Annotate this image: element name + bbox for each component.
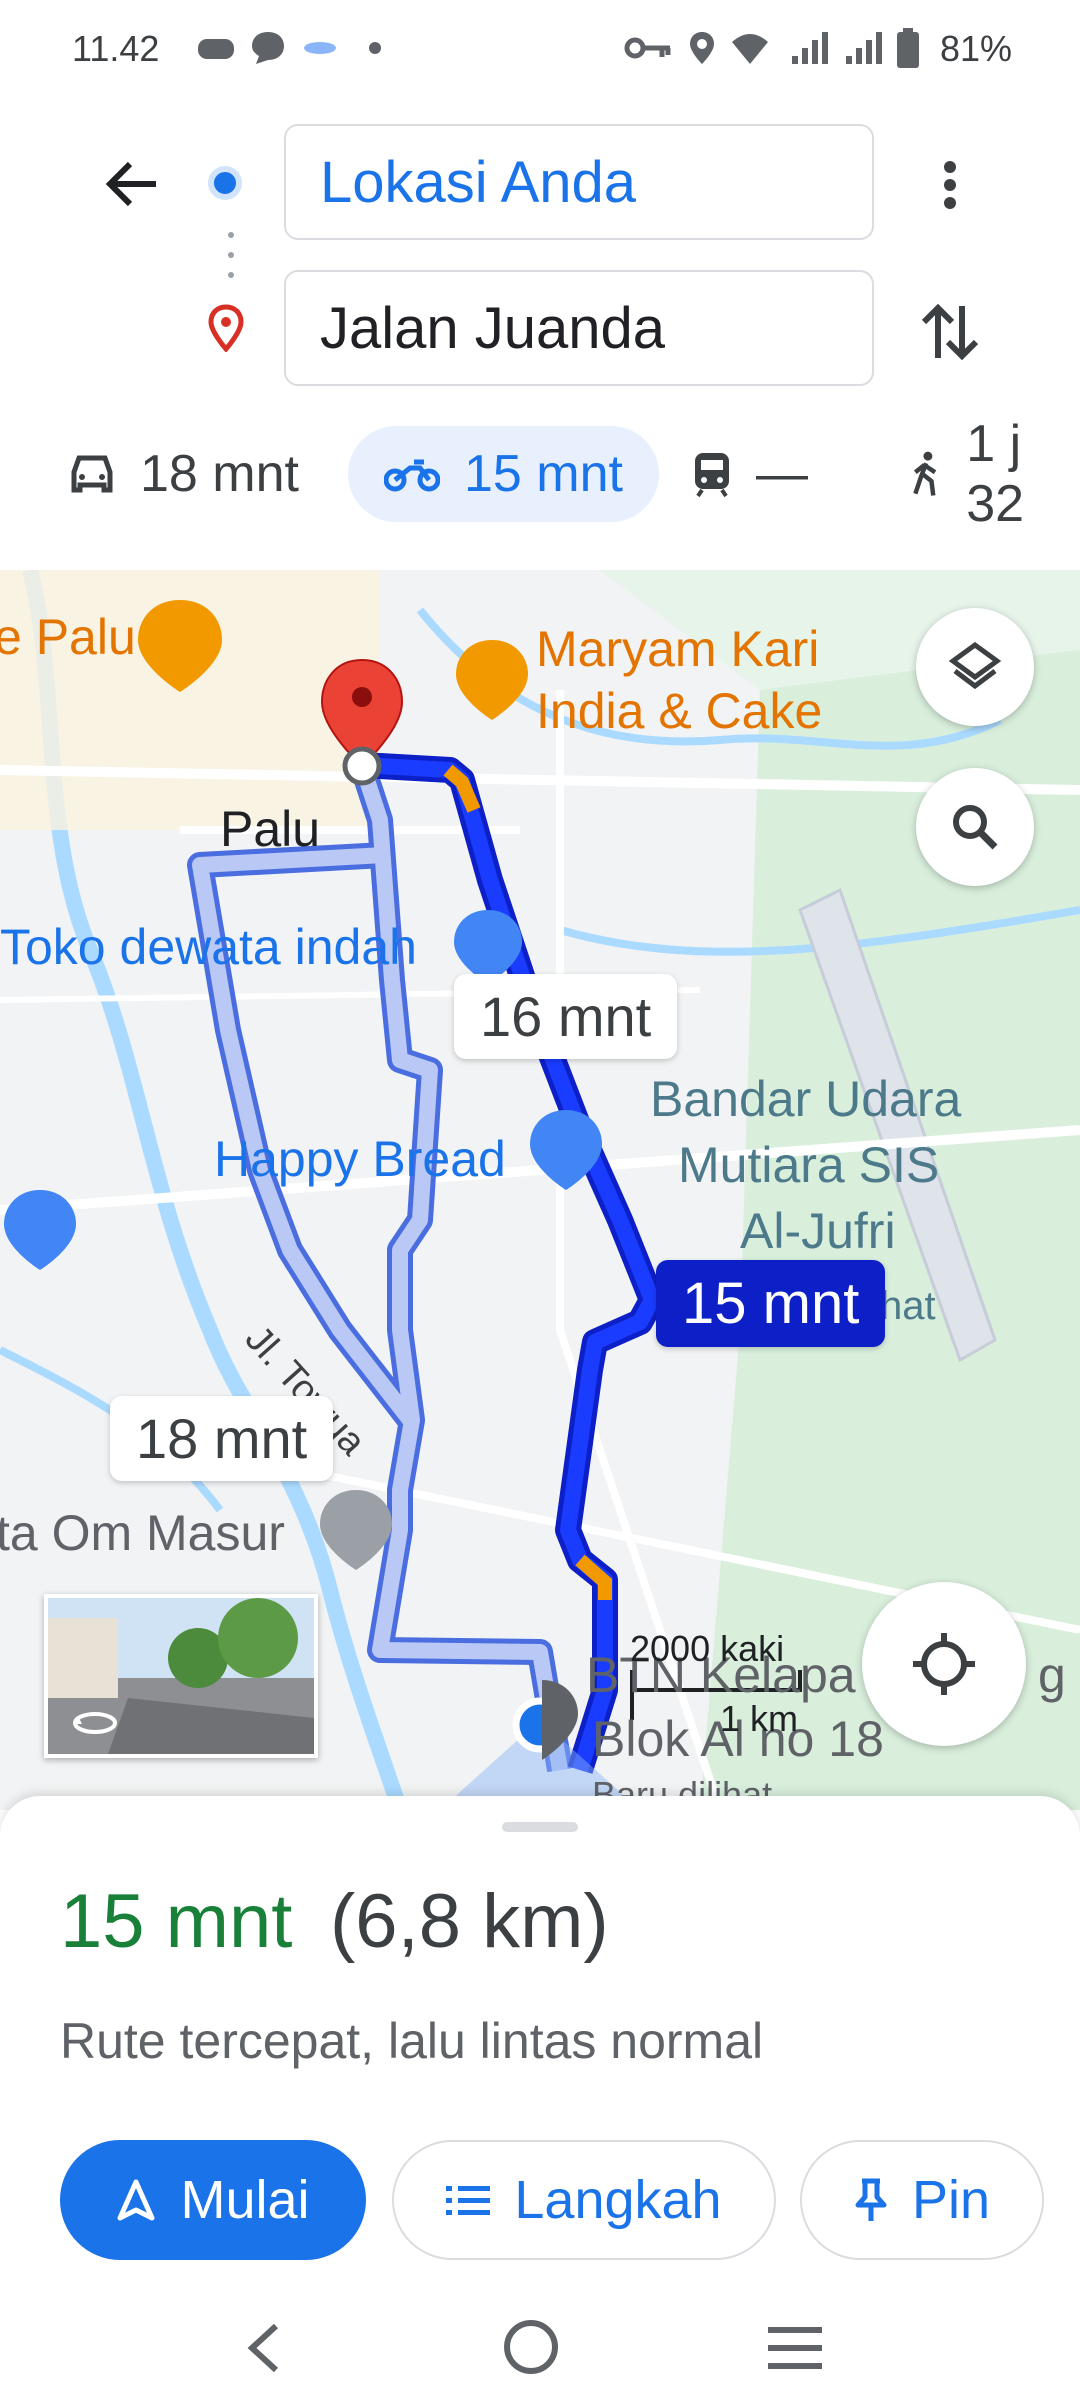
mode-motorcycle[interactable]: 15 mnt [348,426,659,522]
mode-car-label: 18 mnt [140,445,299,503]
route-distance: (6,8 km) [330,1879,609,1964]
pin-button-label: Pin [911,2170,991,2230]
poi-label: g [1038,1647,1066,1703]
route-time-alt-1[interactable]: 16 mnt [454,974,678,1059]
nav-recents-icon[interactable] [766,2326,824,2370]
pin-button[interactable]: Pin [800,2140,1044,2260]
mode-motorcycle-label: 15 mnt [464,445,623,503]
destination-pin-icon [208,304,244,352]
game-icon [198,39,234,59]
walk-icon [913,451,937,496]
rotate-360-icon [73,1712,117,1734]
route-time-selected[interactable]: 15 mnt [656,1260,886,1347]
mode-walk[interactable]: 1 j 32 [910,415,1080,533]
poi-label: Maryam Kari [536,621,820,677]
layers-icon [948,641,1002,690]
battery-percent: 81% [940,28,1013,69]
location-icon [690,32,714,64]
steps-button-label: Langkah [514,2170,722,2230]
origin-field[interactable]: Lokasi Anda [284,124,874,240]
route-duration: 15 mnt [60,1879,293,1964]
battery-icon [897,28,919,68]
place-poi-icon [320,1490,392,1570]
system-nav-bar [0,2290,1080,2400]
sheet-drag-handle[interactable] [502,1822,578,1832]
start-button-label: Mulai [180,2170,310,2230]
layers-button[interactable] [916,608,1034,726]
mode-transit[interactable]: — [692,426,808,522]
signal-icon-2 [846,32,882,64]
destination-field[interactable]: Jalan Juanda [284,270,874,386]
start-button[interactable]: Mulai [60,2140,366,2260]
steps-button[interactable]: Langkah [392,2140,776,2260]
shopping-poi-icon [4,1190,76,1270]
wifi-icon [732,34,768,64]
status-time: 11.42 [72,28,160,69]
list-icon [446,2186,491,2215]
airport-label: Al-Jufri [740,1203,896,1259]
more-notifications-dot [369,42,381,54]
back-button[interactable] [96,148,168,220]
nav-home-icon[interactable] [502,2318,560,2376]
status-bar: 11.42 81% [0,0,1080,100]
origin-marker-icon [208,166,242,200]
search-icon [953,805,998,850]
swap-button[interactable] [912,292,988,372]
pin-icon [855,2178,887,2221]
more-vert-icon [944,161,956,209]
airport-label: Bandar Udara [650,1071,962,1127]
airport-label: Mutiara SIS [678,1137,940,1193]
nav-back-icon[interactable] [244,2322,284,2374]
transit-icon [695,453,729,498]
poi-label: India & Cake [536,683,823,739]
vpn-key-icon [624,37,671,59]
notification-icons [196,26,382,70]
poi-label: ta Om Masur [0,1505,285,1561]
my-location-icon [913,1633,975,1695]
street-view-thumbnail[interactable] [44,1594,318,1758]
poi-label: Happy Bread [214,1131,506,1187]
airport-label: hat [880,1284,936,1328]
car-icon [71,455,113,493]
restaurant-poi-icon [456,640,528,720]
pin-center [352,687,372,707]
route-dots-icon [228,232,234,278]
map-search-button[interactable] [916,768,1034,886]
mode-transit-label: — [756,445,808,503]
system-icons [624,26,920,70]
scale-imperial: 2000 kaki [630,1628,785,1669]
city-label: Palu [220,801,321,857]
more-options-button[interactable] [920,150,980,220]
arrow-back-icon [105,161,156,207]
signal-icon-1 [792,32,828,64]
scale-metric: 1 km [720,1698,799,1739]
route-description: Rute tercepat, lalu lintas normal [60,2013,764,2069]
route-time-alt-2[interactable]: 18 mnt [110,1396,334,1481]
navigation-icon [117,2179,155,2221]
destination-point [342,746,382,786]
app-notification-icon [304,42,336,54]
my-location-button[interactable] [862,1582,1026,1746]
mode-walk-label: 1 j 32 [966,415,1025,533]
map-view[interactable]: e Palu Maryam Kari India & Cake Palu Tok… [0,570,1080,1810]
poi-label: e Palu [0,609,136,665]
mode-car[interactable]: 18 mnt [68,426,299,522]
poi-label: Toko dewata indah [0,919,417,975]
motorcycle-icon [384,459,440,492]
swap-vert-icon [921,303,979,361]
chat-icon [252,32,284,64]
